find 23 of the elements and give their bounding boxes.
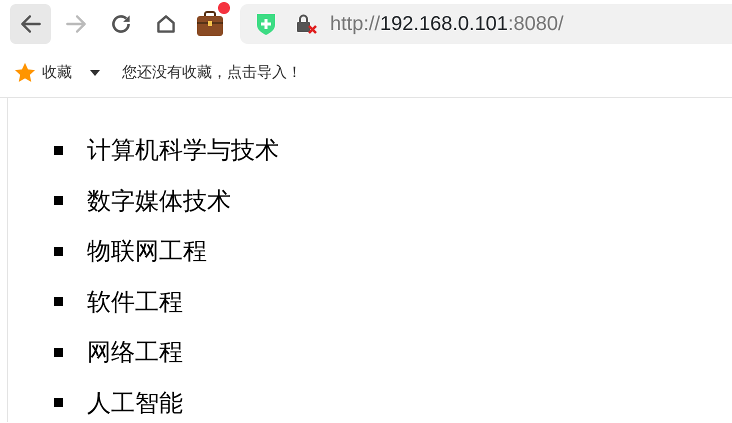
list-item: 软件工程 [87, 286, 183, 318]
bookmarks-button[interactable]: 收藏 [14, 61, 100, 84]
shield-icon [256, 12, 276, 36]
address-bar[interactable]: http://192.168.0.101:8080/ [240, 4, 732, 44]
briefcase-icon [196, 11, 224, 37]
star-icon [14, 62, 36, 84]
url-text: http://192.168.0.101:8080/ [330, 12, 564, 37]
bullet-icon [54, 246, 63, 256]
bullet-icon [54, 398, 63, 408]
back-button[interactable] [10, 4, 51, 44]
bullet-icon [54, 196, 63, 206]
extension-button[interactable] [196, 10, 224, 38]
list-item: 人工智能 [87, 388, 183, 419]
bullet-icon [54, 297, 63, 306]
list-item: 数字媒体技术 [87, 186, 231, 217]
dropdown-caret-icon [90, 70, 100, 76]
bullet-icon [54, 348, 63, 357]
list-item: 物联网工程 [87, 236, 207, 268]
list-item: 网络工程 [87, 337, 183, 368]
list-item: 计算机科学与技术 [87, 135, 279, 166]
import-bookmarks-link[interactable]: 您还没有收藏，点击导入！ [122, 61, 302, 84]
insecure-lock-icon [296, 13, 318, 35]
bullet-icon [54, 146, 63, 155]
